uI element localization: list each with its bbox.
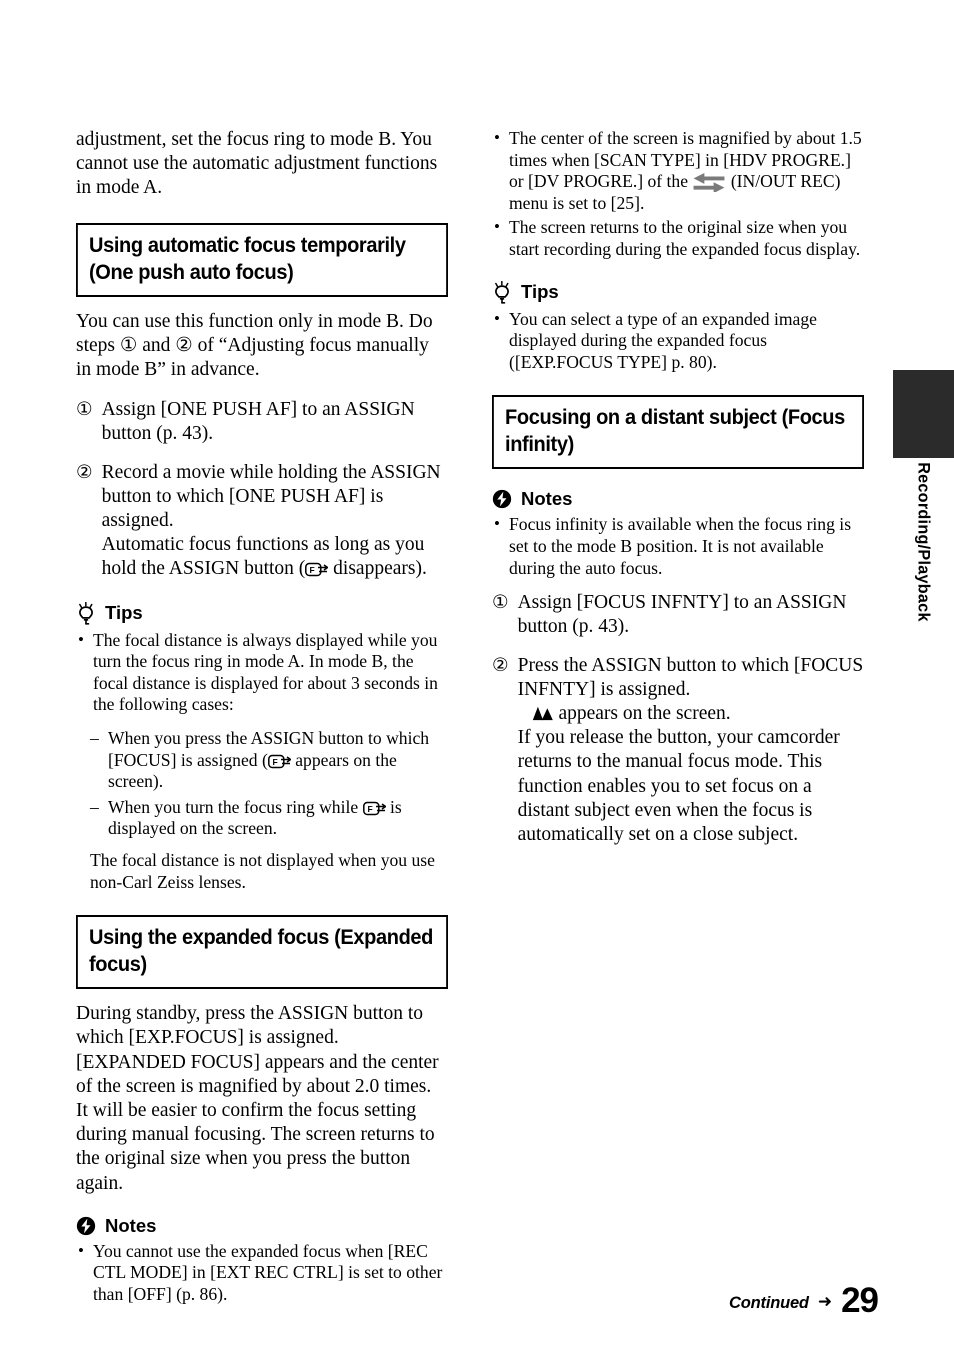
icon-caption-line: appears on the screen.	[518, 702, 864, 726]
notes-label: Notes	[105, 1214, 157, 1236]
section2-body: During standby, press the ASSIGN button …	[76, 1003, 439, 1194]
step-item: ① Assign [FOCUS INFNTY] to an ASSIGN but…	[492, 591, 864, 639]
section3-steps: ① Assign [FOCUS INFNTY] to an ASSIGN but…	[492, 591, 864, 847]
page-footer: Continued ➜ 29	[729, 1277, 879, 1320]
step-text: Record a movie while holding the ASSIGN …	[101, 461, 441, 532]
note-warning-icon	[76, 1216, 96, 1235]
list-item: The center of the screen is magnified by…	[492, 127, 864, 214]
step-item: ② Press the ASSIGN button to which [FOCU…	[492, 654, 864, 848]
list-item: You can select a type of an expanded ima…	[492, 308, 864, 374]
tips-closing-note: The focal distance is not displayed when…	[90, 849, 435, 892]
tips-dash-list: When you press the ASSIGN button to whic…	[76, 728, 448, 840]
list-item: Focus infinity is available when the foc…	[492, 513, 864, 579]
in-out-rec-icon	[693, 173, 725, 193]
right-column: The center of the screen is magnified by…	[492, 127, 864, 861]
section-heading-one-push-auto-focus: Using automatic focus temporarily (One p…	[76, 222, 448, 297]
manual-focus-icon: F	[267, 754, 291, 768]
tips-label: Tips	[105, 601, 143, 623]
manual-focus-icon: F	[305, 563, 329, 577]
list-item: When you press the ASSIGN button to whic…	[90, 728, 448, 793]
step-item: ② Record a movie while holding the ASSIG…	[76, 461, 448, 582]
list-item: You cannot use the expanded focus when […	[76, 1240, 448, 1306]
list-item: The screen returns to the original size …	[492, 216, 864, 260]
notes-label: Notes	[521, 488, 573, 510]
step-number: ②	[76, 461, 93, 483]
step-subtext: Automatic focus functions as long as you…	[101, 534, 427, 580]
left-column: adjustment, set the focus ring to mode B…	[76, 128, 448, 1318]
section-heading-focus-infinity: Focusing on a distant subject (Focus inf…	[492, 395, 864, 470]
arrow-right-icon: ➜	[817, 1292, 833, 1312]
tips-heading: Tips	[76, 601, 448, 625]
document-page: adjustment, set the focus ring to mode B…	[0, 0, 954, 1357]
section1-steps: ① Assign [ONE PUSH AF] to an ASSIGN butt…	[76, 398, 448, 581]
focus-infinity-mountain-icon	[532, 706, 553, 721]
side-tab: Recording/Playback	[893, 458, 954, 748]
tips-bullet-list: You can select a type of an expanded ima…	[492, 308, 864, 374]
section1-intro: You can use this function only in mode B…	[76, 310, 433, 381]
tips-label: Tips	[521, 280, 559, 302]
section-heading-expanded-focus: Using the expanded focus (Expanded focus…	[76, 915, 448, 990]
list-item: When you turn the focus ring while F is …	[90, 797, 448, 840]
page-number: 29	[841, 1281, 879, 1320]
side-tab-marker	[893, 370, 954, 458]
svg-text:F: F	[367, 804, 372, 814]
lightbulb-icon	[79, 601, 93, 625]
notes-heading: Notes	[76, 1216, 448, 1236]
tips-bullet-list: The focal distance is always displayed w…	[76, 629, 448, 716]
step-text: Press the ASSIGN button to which [FOCUS …	[517, 654, 864, 700]
notes-bullet-list: Focus infinity is available when the foc…	[492, 513, 864, 579]
notes-heading: Notes	[492, 489, 864, 509]
intro-paragraph: adjustment, set the focus ring to mode B…	[76, 129, 438, 199]
step-text-block: Record a movie while holding the ASSIGN …	[102, 461, 448, 582]
lightbulb-icon	[495, 280, 509, 304]
continued-label: Continued	[729, 1294, 809, 1312]
step-text: Assign [FOCUS INFNTY] to an ASSIGN butto…	[517, 592, 847, 638]
tips-heading: Tips	[492, 280, 864, 304]
step-text-block: Press the ASSIGN button to which [FOCUS …	[518, 654, 864, 848]
note-warning-icon	[492, 490, 512, 509]
side-tab-label: Recording/Playback	[914, 462, 934, 622]
svg-text:F: F	[272, 757, 277, 767]
right-top-bullet-list: The center of the screen is magnified by…	[492, 127, 864, 261]
step-number: ①	[492, 592, 509, 614]
step-number: ①	[76, 399, 93, 421]
list-item: The focal distance is always displayed w…	[76, 629, 448, 716]
step-text: Assign [ONE PUSH AF] to an ASSIGN button…	[101, 399, 415, 445]
notes-bullet-list: You cannot use the expanded focus when […	[76, 1240, 448, 1306]
manual-focus-icon: F	[362, 801, 386, 816]
step-number: ②	[492, 654, 509, 676]
step-item: ① Assign [ONE PUSH AF] to an ASSIGN butt…	[76, 398, 448, 446]
svg-text:F: F	[310, 565, 315, 575]
step-subtext: If you release the button, your camcorde…	[517, 727, 840, 845]
